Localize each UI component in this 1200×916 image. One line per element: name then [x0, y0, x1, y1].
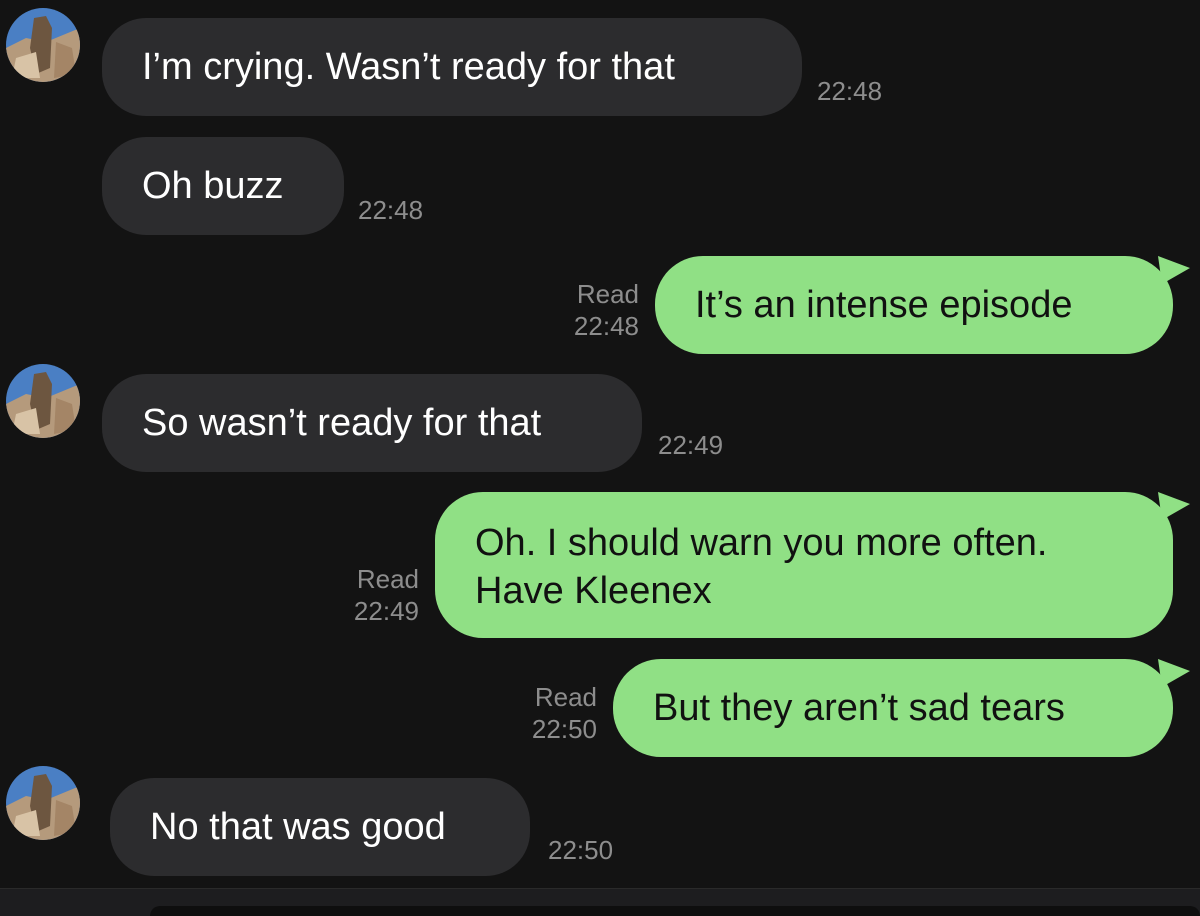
read-status: Read — [356, 564, 419, 594]
conversation-view: I’m crying. Wasn’t ready for that 22:48 … — [0, 0, 1200, 916]
bubble-tail-icon — [1158, 659, 1190, 687]
message-time: 22:49 — [353, 596, 419, 626]
outgoing-message-bubble[interactable]: Oh. I should warn you more often. Have K… — [435, 492, 1173, 638]
contact-avatar[interactable] — [6, 766, 80, 840]
avatar-photo-icon — [6, 8, 80, 82]
read-receipt: Read 22:48 — [574, 278, 639, 342]
contact-avatar[interactable] — [6, 364, 80, 438]
read-status: Read — [534, 682, 597, 712]
message-time: 22:49 — [658, 430, 724, 460]
message-text-line: Oh. I should warn you more often. — [475, 522, 1048, 564]
message-text-line: Have Kleenex — [475, 570, 712, 612]
bubble-tail-icon — [1158, 256, 1190, 284]
message-text: But they aren’t sad tears — [653, 687, 1065, 729]
bubble-tail-icon — [1158, 492, 1190, 520]
outgoing-message-bubble[interactable]: But they aren’t sad tears — [613, 659, 1173, 757]
message-text: It’s an intense episode — [695, 284, 1073, 326]
incoming-message-bubble[interactable]: Oh buzz — [102, 137, 344, 235]
message-time: 22:48 — [573, 311, 639, 341]
read-receipt: Read 22:50 — [532, 681, 597, 745]
incoming-message-bubble[interactable]: I’m crying. Wasn’t ready for that — [102, 18, 802, 116]
incoming-message-bubble[interactable]: No that was good — [110, 778, 530, 876]
read-receipt: Read 22:49 — [354, 563, 419, 627]
message-time: 22:50 — [548, 835, 614, 865]
avatar-photo-icon — [6, 364, 80, 438]
message-text: Oh buzz — [142, 165, 284, 207]
outgoing-message-bubble[interactable]: It’s an intense episode — [655, 256, 1173, 354]
contact-avatar[interactable] — [6, 8, 80, 82]
message-time: 22:48 — [817, 76, 883, 106]
message-time: 22:50 — [531, 714, 597, 744]
message-time: 22:48 — [358, 195, 424, 225]
message-text: No that was good — [150, 806, 446, 848]
incoming-message-bubble[interactable]: So wasn’t ready for that — [102, 374, 642, 472]
message-input[interactable] — [150, 906, 1200, 916]
read-status: Read — [576, 279, 639, 309]
avatar-photo-icon — [6, 766, 80, 840]
message-text: I’m crying. Wasn’t ready for that — [142, 46, 675, 88]
message-text: So wasn’t ready for that — [142, 402, 542, 444]
